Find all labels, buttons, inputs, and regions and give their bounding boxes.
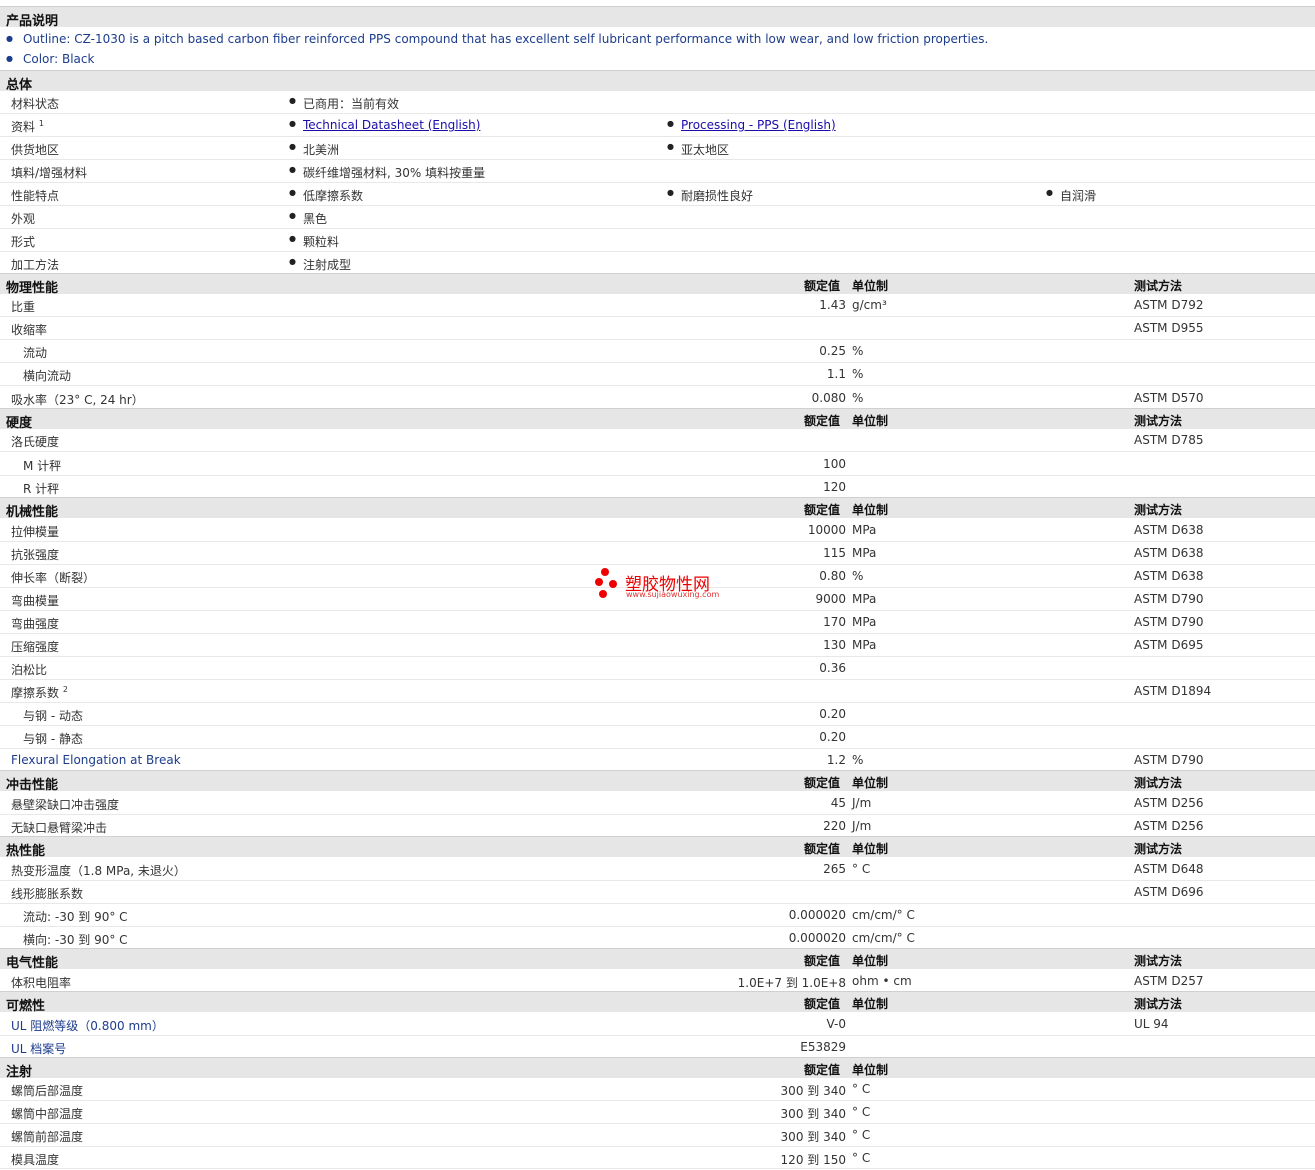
row-tensile-modulus: 拉伸模量 10000 MPa ASTM D638 <box>0 519 1315 542</box>
row-ul-file: UL 档案号 E53829 <box>0 1036 1315 1059</box>
section-physical: 物理性能 额定值 单位制 测试方法 <box>0 273 1315 296</box>
section-hardness: 硬度 额定值 单位制 测试方法 <box>0 408 1315 431</box>
row-appearance: 外观 黑色 <box>0 206 1315 229</box>
row-friction-static: 与钢 - 静态 0.20 <box>0 726 1315 749</box>
description-outline: Outline: CZ-1030 is a pitch based carbon… <box>6 32 988 46</box>
section-general: 总体 <box>0 70 1315 93</box>
section-flammability: 可燃性 额定值 单位制 测试方法 <box>0 991 1315 1014</box>
row-water-absorption: 吸水率（23° C, 24 hr） 0.080 % ASTM D570 <box>0 387 1315 410</box>
row-mold-temp: 模具温度 120 到 150 ° C <box>0 1147 1315 1169</box>
row-flexural-elongation: Flexural Elongation at Break 1.2 % ASTM … <box>0 749 1315 772</box>
row-filler: 填料/增强材料 碳纤维增强材料, 30% 填料按重量 <box>0 160 1315 183</box>
row-clte-flow: 流动: -30 到 90° C 0.000020 cm/cm/° C <box>0 904 1315 927</box>
row-form: 形式 颗粒料 <box>0 229 1315 252</box>
row-shrink-flow: 流动 0.25 % <box>0 340 1315 363</box>
row-rockwell-r: R 计秤 120 <box>0 476 1315 499</box>
row-docs: 资料 1 Technical Datasheet (English) Proce… <box>0 114 1315 137</box>
row-shrink-transverse: 横向流动 1.1 % <box>0 363 1315 386</box>
section-impact: 冲击性能 额定值 单位制 测试方法 <box>0 770 1315 793</box>
row-unnotched-izod: 无缺口悬臂梁冲击 220 J/m ASTM D256 <box>0 815 1315 838</box>
row-poisson-ratio: 泊松比 0.36 <box>0 657 1315 680</box>
row-tensile-strength: 抗张强度 115 MPa ASTM D638 <box>0 542 1315 565</box>
section-electrical: 电气性能 额定值 单位制 测试方法 <box>0 948 1315 971</box>
row-ul-rating: UL 阻燃等级（0.800 mm） V-0 UL 94 <box>0 1013 1315 1036</box>
row-volume-resistivity: 体积电阻率 1.0E+7 到 1.0E+8 ohm • cm ASTM D257 <box>0 970 1315 993</box>
row-friction-dynamic: 与钢 - 动态 0.20 <box>0 703 1315 726</box>
description-color: Color: Black <box>6 52 94 66</box>
row-region: 供货地区 北美洲 亚太地区 <box>0 137 1315 160</box>
link-technical-datasheet[interactable]: Technical Datasheet (English) <box>303 118 480 132</box>
row-clte: 线形膨胀系数 ASTM D696 <box>0 881 1315 904</box>
row-notched-izod: 悬壁梁缺口冲击强度 45 J/m ASTM D256 <box>0 792 1315 815</box>
watermark-url: www.sujiaowuxing.com <box>626 590 720 599</box>
link-processing-pps[interactable]: Processing - PPS (English) <box>681 118 836 132</box>
row-clte-transverse: 横向: -30 到 90° C 0.000020 cm/cm/° C <box>0 927 1315 950</box>
row-status: 材料状态 已商用：当前有效 <box>0 91 1315 114</box>
row-shrinkage: 收缩率 ASTM D955 <box>0 317 1315 340</box>
row-features: 性能特点 低摩擦系数 耐磨损性良好 自润滑 <box>0 183 1315 206</box>
row-flexural-strength: 弯曲强度 170 MPa ASTM D790 <box>0 611 1315 634</box>
section-description: 产品说明 <box>0 6 1315 29</box>
row-rockwell: 洛氏硬度 ASTM D785 <box>0 429 1315 452</box>
row-front-temp: 螺筒前部温度 300 到 340 ° C <box>0 1124 1315 1147</box>
row-compressive-strength: 压缩强度 130 MPa ASTM D695 <box>0 634 1315 657</box>
row-specific-gravity: 比重 1.43 g/cm³ ASTM D792 <box>0 294 1315 317</box>
section-thermal: 热性能 额定值 单位制 测试方法 <box>0 836 1315 859</box>
watermark-logo: 塑胶物性网 www.sujiaowuxing.com <box>595 568 725 604</box>
row-middle-temp: 螺筒中部温度 300 到 340 ° C <box>0 1101 1315 1124</box>
row-process: 加工方法 注射成型 <box>0 252 1315 275</box>
section-injection: 注射 额定值 单位制 <box>0 1057 1315 1080</box>
row-friction: 摩擦系数 2 ASTM D1894 <box>0 680 1315 703</box>
section-mechanical: 机械性能 额定值 单位制 测试方法 <box>0 497 1315 520</box>
row-rear-temp: 螺筒后部温度 300 到 340 ° C <box>0 1078 1315 1101</box>
row-rockwell-m: M 计秤 100 <box>0 453 1315 476</box>
row-hdt: 热变形温度（1.8 MPa, 未退火） 265 ° C ASTM D648 <box>0 858 1315 881</box>
